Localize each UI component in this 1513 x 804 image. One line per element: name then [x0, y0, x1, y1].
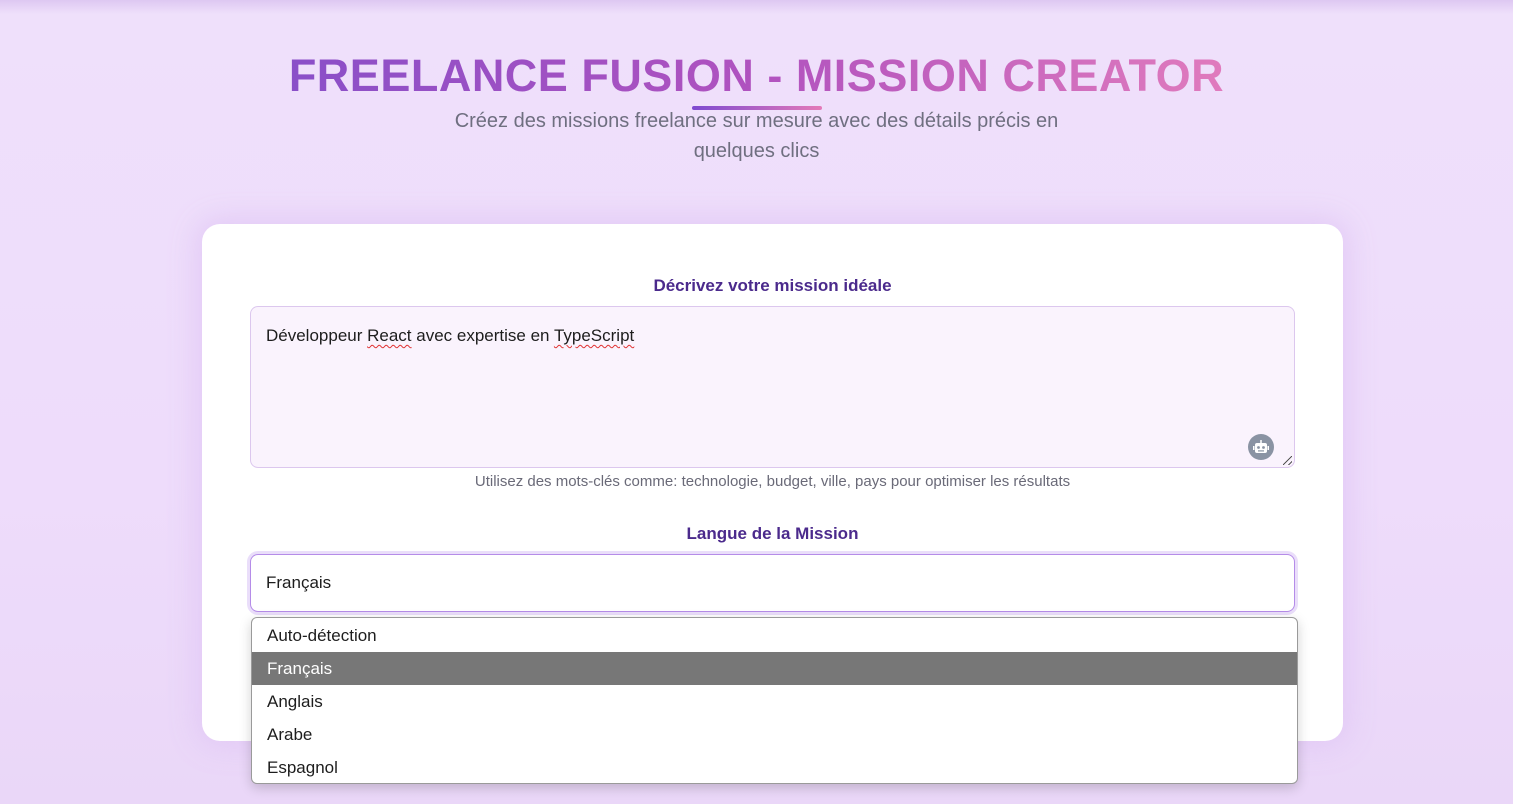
app-title: FREELANCE FUSION - MISSION CREATOR	[289, 48, 1224, 104]
language-dropdown-list: Auto-détection Français Anglais Arabe Es…	[251, 617, 1298, 784]
mission-text-part: Développeur	[266, 326, 368, 345]
page-header: FREELANCE FUSION - MISSION CREATOR Créez…	[0, 48, 1513, 166]
language-option-english[interactable]: Anglais	[252, 685, 1297, 718]
language-option-spanish[interactable]: Espagnol	[252, 751, 1297, 783]
misspelled-word: TypeScript	[553, 326, 635, 345]
mission-description-textarea[interactable]: Développeur React avec expertise en Type…	[250, 306, 1295, 468]
language-option-french[interactable]: Français	[252, 652, 1297, 685]
mission-text-part: avec expertise en	[411, 326, 554, 345]
keywords-hint: Utilisez des mots-clés comme: technologi…	[474, 473, 1071, 490]
top-shade	[0, 0, 1513, 14]
language-select[interactable]: Français	[250, 554, 1295, 612]
language-option-arabic[interactable]: Arabe	[252, 718, 1297, 751]
mission-description-text: Développeur React avec expertise en Type…	[266, 326, 634, 346]
language-label: Langue de la Mission	[686, 524, 859, 543]
page-subtitle: Créez des missions freelance sur mesure …	[454, 110, 1059, 162]
mission-description-label: Décrivez votre mission idéale	[653, 276, 892, 295]
misspelled-word: React	[367, 326, 412, 345]
language-select-value: Français	[266, 573, 332, 592]
language-option-auto[interactable]: Auto-détection	[252, 619, 1297, 652]
robot-icon[interactable]	[1248, 434, 1274, 460]
resize-grip-icon[interactable]	[1283, 456, 1292, 465]
